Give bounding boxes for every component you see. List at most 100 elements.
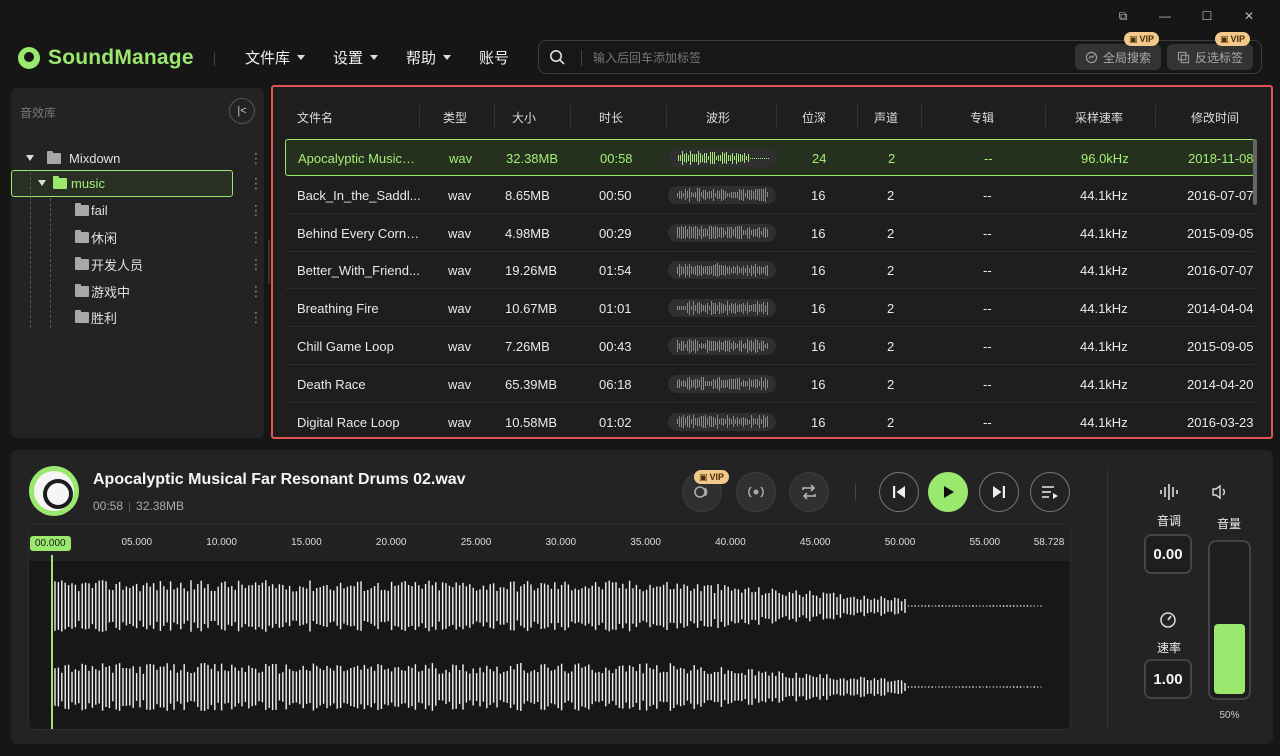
cell-sample-rate: 44.1kHz (1080, 301, 1128, 317)
cell-duration: 06:18 (599, 376, 632, 392)
waveform-thumbnail[interactable] (668, 185, 776, 204)
table-row[interactable]: Better_With_Friend... wav 19.26MB 01:54 16 2 -… (285, 252, 1255, 290)
vip-label: VIP (709, 472, 725, 482)
column-header-name[interactable]: 文件名 (297, 109, 333, 126)
waveform-thumbnail[interactable] (668, 337, 776, 355)
tree-item-label: fail (91, 202, 108, 218)
tree-item-label: 休闲 (91, 230, 118, 246)
waveform-thumbnail[interactable] (669, 149, 777, 167)
volume-slider[interactable] (1208, 540, 1251, 700)
tree-item-music[interactable]: music ⋮ (11, 170, 264, 196)
previous-track-button[interactable] (879, 472, 919, 512)
waveform-thumbnail[interactable] (668, 223, 776, 242)
cell-channels: 2 (887, 187, 895, 203)
column-divider (776, 105, 777, 129)
column-divider (1045, 105, 1046, 129)
column-header-album[interactable]: 专辑 (970, 109, 994, 126)
more-options-icon[interactable]: ⋮ (249, 203, 263, 217)
tree-item-victory[interactable]: 胜利 ⋮ (11, 304, 264, 330)
playhead-cursor[interactable] (51, 555, 53, 729)
column-header-modified[interactable]: 修改时间 (1191, 109, 1239, 126)
close-window-icon[interactable]: ✕ (1228, 6, 1270, 26)
more-options-icon[interactable]: ⋮ (249, 176, 263, 190)
column-header-duration[interactable]: 时长 (599, 109, 623, 126)
folder-icon (75, 229, 89, 243)
table-row[interactable]: Digital Race Loop wav 10.58MB 01:02 16 2 -- 44.… (285, 404, 1255, 437)
column-header-size[interactable]: 大小 (512, 109, 536, 126)
search-icon[interactable] (549, 49, 565, 65)
menu-settings[interactable]: 设置 (333, 47, 379, 68)
menu-library[interactable]: 文件库 (245, 47, 306, 68)
waveform-editor[interactable]: 00.000 05.000 10.000 15.000 20.000 25.000 30.0… (28, 524, 1071, 730)
waveform-thumbnail[interactable] (668, 374, 776, 393)
vip-label: VIP (1230, 34, 1246, 44)
menu-help[interactable]: 帮助 (406, 47, 452, 68)
column-header-sample-rate[interactable]: 采样速率 (1075, 109, 1123, 126)
volume-level-fill[interactable] (1214, 624, 1245, 694)
restore-window-icon[interactable]: ⧉ (1102, 6, 1144, 26)
preview-mode-button[interactable] (736, 472, 776, 512)
tree-item-fail[interactable]: fail ⋮ (11, 197, 264, 223)
tree-item-developers[interactable]: 开发人员 ⋮ (11, 251, 264, 277)
waveform-thumbnail[interactable] (668, 412, 776, 431)
column-header-bit-depth[interactable]: 位深 (802, 109, 826, 126)
cell-bit-depth: 16 (811, 187, 826, 203)
folder-icon (53, 175, 67, 189)
timeline-ruler[interactable]: 00.000 05.000 10.000 15.000 20.000 25.000 30.0… (29, 525, 1070, 561)
cell-size: 32.38MB (506, 151, 559, 166)
cell-modified: 2016-03-23 (1187, 414, 1254, 430)
more-options-icon[interactable]: ⋮ (249, 230, 263, 244)
waveform-thumbnail[interactable] (668, 261, 776, 280)
column-header-type[interactable]: 类型 (443, 109, 467, 126)
now-playing-meta: 00:58 32.38MB (93, 499, 184, 513)
vip-crown-icon: ▣ (1220, 33, 1229, 44)
column-divider (494, 105, 495, 129)
tree-item-leisure[interactable]: 休闲 ⋮ (11, 224, 264, 250)
playlist-button[interactable] (1030, 472, 1070, 512)
cell-sample-rate: 44.1kHz (1080, 376, 1128, 392)
invert-tags-label: 反选标签 (1195, 50, 1244, 65)
table-row[interactable]: Chill Game Loop wav 7.26MB 00:43 16 2 -- 44.1kH… (285, 328, 1255, 365)
panel-resize-handle[interactable] (268, 240, 270, 284)
more-options-icon[interactable]: ⋮ (249, 310, 263, 324)
column-header-channels[interactable]: 声道 (874, 109, 898, 126)
more-options-icon[interactable]: ⋮ (249, 151, 263, 165)
cell-name: Behind Every Corne... (297, 225, 421, 241)
speed-value-input[interactable]: 1.00 (1144, 659, 1192, 699)
repeat-button[interactable] (789, 472, 829, 512)
tag-search-input[interactable] (593, 47, 1063, 69)
cell-modified: 2015-09-05 (1187, 339, 1254, 354)
cell-type: wav (448, 263, 472, 279)
tree-item-mixdown[interactable]: Mixdown ⋮ (11, 145, 264, 171)
play-button[interactable] (928, 472, 968, 512)
table-row[interactable]: Apocalyptic Musical... wav 32.38MB 00:58 24 2… (285, 139, 1255, 176)
app-name: SoundManage (48, 46, 194, 69)
more-options-icon[interactable]: ⋮ (249, 284, 263, 298)
table-scrollbar[interactable] (1253, 139, 1257, 205)
column-header-waveform[interactable]: 波形 (706, 109, 730, 126)
more-options-icon[interactable]: ⋮ (249, 257, 263, 271)
pitch-value-input[interactable]: 0.00 (1144, 534, 1192, 574)
global-search-button[interactable]: 全局搜索 (1075, 44, 1162, 70)
minimize-window-icon[interactable]: — (1144, 6, 1186, 26)
cell-name: Breathing Fire (297, 301, 379, 317)
menu-label: 账号 (479, 50, 510, 67)
maximize-window-icon[interactable]: ☐ (1186, 6, 1228, 26)
cell-duration: 00:29 (599, 225, 632, 241)
ab-loop-icon (694, 486, 708, 498)
table-row[interactable]: Death Race wav 65.39MB 06:18 16 2 -- 44.1kHz 201… (285, 366, 1255, 403)
tree-item-in-game[interactable]: 游戏中 ⋮ (11, 278, 264, 304)
waveform-thumbnail[interactable] (668, 299, 776, 318)
cell-modified: 2016-07-07 (1187, 187, 1254, 203)
table-row[interactable]: Back_In_the_Saddl... wav 8.65MB 00:50 16 2 -- 4… (285, 177, 1255, 214)
cell-channels: 2 (887, 225, 895, 241)
invert-tags-button[interactable]: 反选标签 (1167, 44, 1254, 70)
table-row[interactable]: Breathing Fire wav 10.67MB 01:01 16 2 -- 44.1kH… (285, 290, 1255, 328)
menu-account[interactable]: 账号 (479, 47, 509, 68)
column-divider (921, 105, 922, 129)
menu-label: 设置 (333, 50, 364, 67)
collapse-sidebar-button[interactable]: |< (229, 98, 255, 124)
cell-size: 4.98MB (505, 225, 550, 241)
table-row[interactable]: Behind Every Corne... wav 4.98MB 00:29 16 2 --… (285, 215, 1255, 252)
next-track-button[interactable] (979, 472, 1019, 512)
